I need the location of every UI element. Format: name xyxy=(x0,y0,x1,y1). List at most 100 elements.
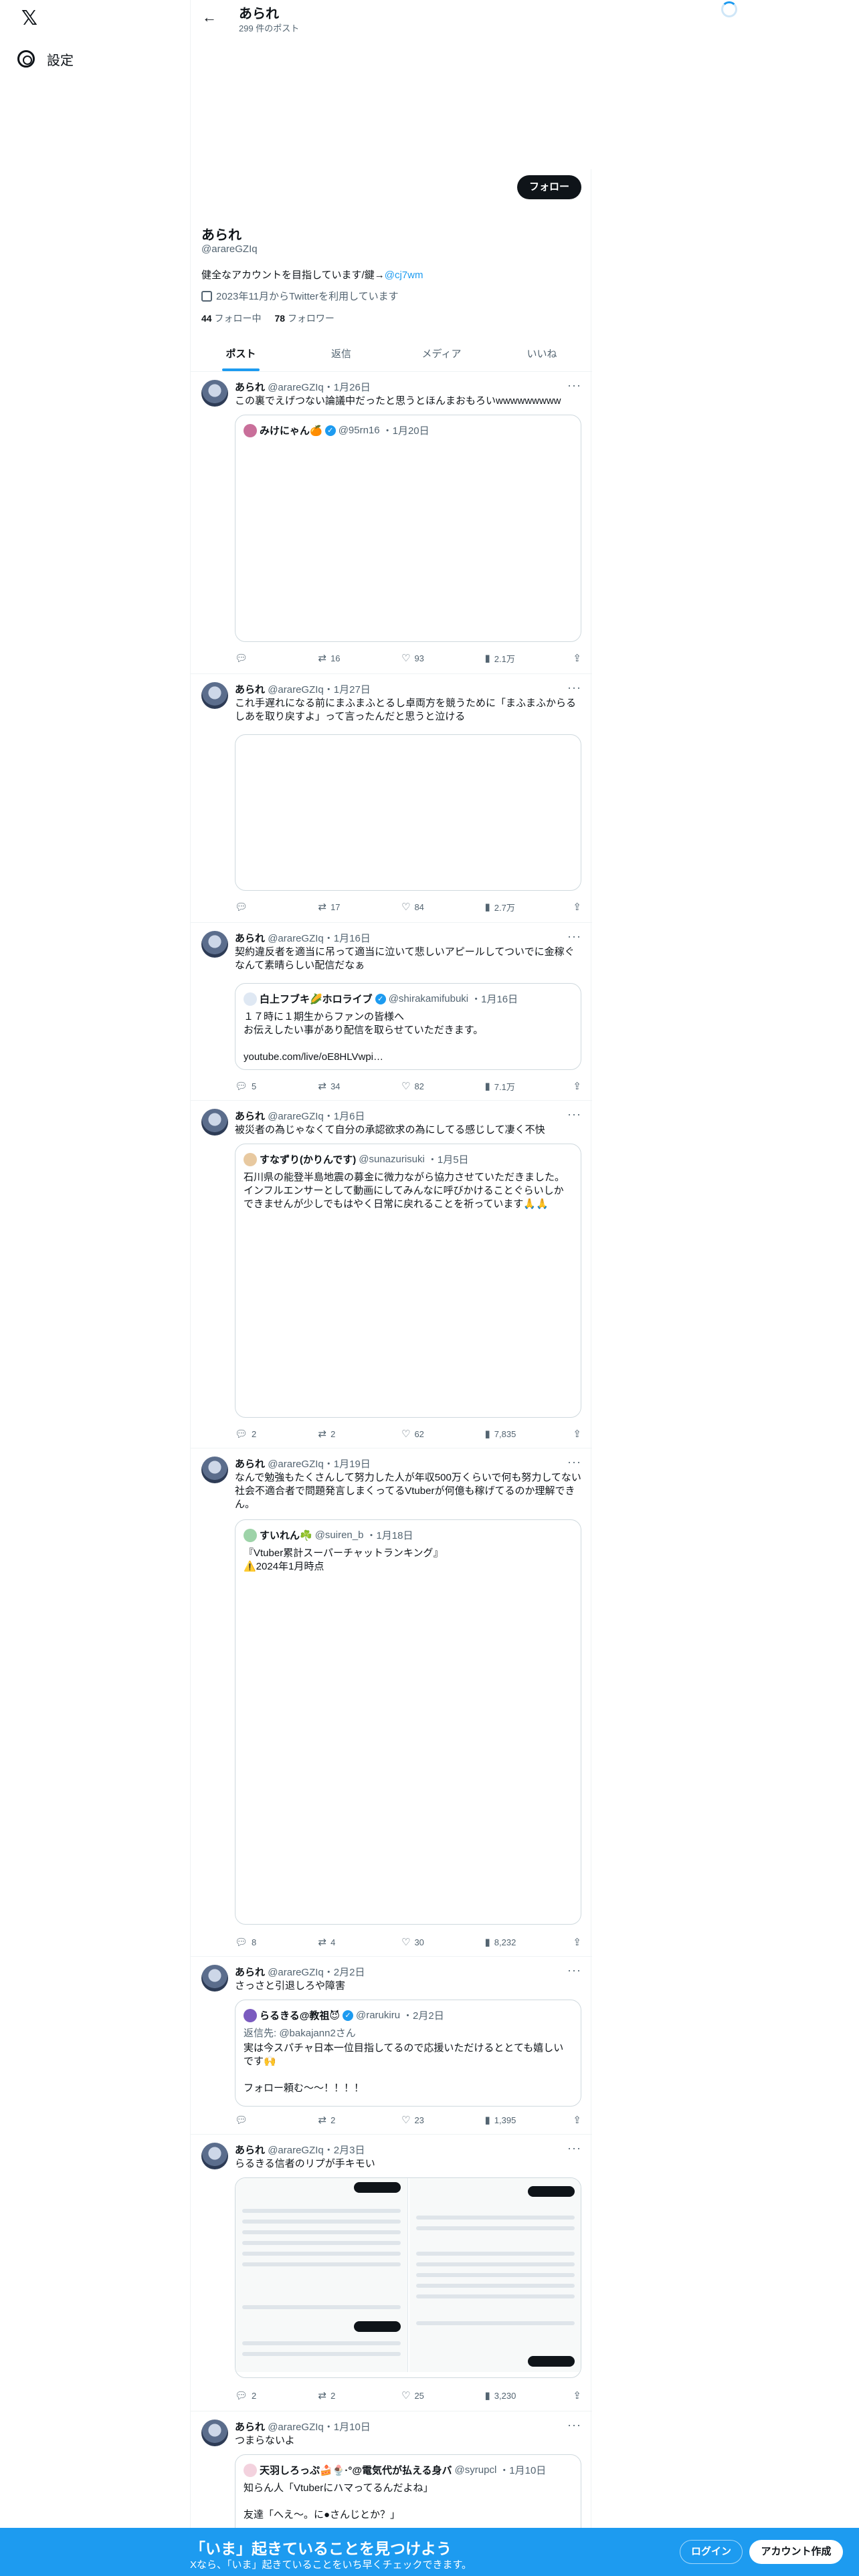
tweet-author-name[interactable]: あられ xyxy=(235,933,265,944)
like-button[interactable]: ♡ 25 xyxy=(401,2389,442,2402)
tweet-date[interactable]: ・2月2日 xyxy=(324,1967,365,1978)
share-button[interactable]: ⇪ xyxy=(568,651,581,665)
retweet-button[interactable]: ⇄ 2 xyxy=(318,1427,359,1440)
reply-button[interactable]: 💬︎ xyxy=(235,2113,275,2127)
create-account-button[interactable]: アカウント作成 xyxy=(749,2540,843,2564)
avatar[interactable] xyxy=(201,2143,228,2169)
tweet-image[interactable] xyxy=(235,2178,408,2372)
tweet[interactable]: あられ @arareGZIq・1月6日 ··· 被災者の為じゃなくて自分の承認欲… xyxy=(191,1101,592,1448)
tweet-date[interactable]: ・1月26日 xyxy=(324,382,371,393)
more-options-icon[interactable]: ··· xyxy=(567,1107,581,1121)
tweet-author-name[interactable]: あられ xyxy=(235,2145,265,2156)
tweet[interactable]: あられ @arareGZIq・2月2日 ··· さっさと引退しろや障害 らるきる… xyxy=(191,1957,592,2135)
like-button[interactable]: ♡ 23 xyxy=(401,2113,442,2127)
quote-tweet[interactable]: すなずり(かりんです) @sunazurisuki ・1月5日 石川県の能登半島地… xyxy=(235,1144,581,1418)
retweet-button[interactable]: ⇄ 34 xyxy=(318,1079,359,1093)
like-button[interactable]: ♡ 62 xyxy=(401,1427,442,1440)
tweet[interactable]: あられ @arareGZIq・1月27日 ··· これ手遅れになる前にまふまふと… xyxy=(191,674,592,923)
tab-posts[interactable]: ポスト xyxy=(191,336,291,371)
tab-replies[interactable]: 返信 xyxy=(291,336,391,371)
more-options-icon[interactable]: ··· xyxy=(567,1963,581,1977)
retweet-button[interactable]: ⇄ 4 xyxy=(318,1935,359,1949)
avatar[interactable] xyxy=(201,380,228,407)
views-button[interactable]: ▮ 2.1万 xyxy=(485,651,525,665)
views-button[interactable]: ▮ 8,232 xyxy=(485,1935,525,1949)
retweet-button[interactable]: ⇄ 16 xyxy=(318,651,359,665)
tweet-date[interactable]: ・2月3日 xyxy=(324,2145,365,2156)
tweet-author-name[interactable]: あられ xyxy=(235,1459,265,1470)
more-options-icon[interactable]: ··· xyxy=(567,681,581,695)
avatar[interactable] xyxy=(201,2420,228,2446)
avatar[interactable] xyxy=(201,1965,228,1992)
quote-tweet[interactable]: らるきる@教祖😈 ✓ @rarukiru ・2月2日 返信先: @bakajann… xyxy=(235,2000,581,2107)
share-button[interactable]: ⇪ xyxy=(568,1427,581,1440)
reply-button[interactable]: 💬︎ xyxy=(235,651,275,665)
more-options-icon[interactable]: ··· xyxy=(567,2418,581,2432)
tab-media[interactable]: メディア xyxy=(391,336,492,371)
followers-link[interactable]: 78 フォロワー xyxy=(274,312,334,325)
nav-settings[interactable]: 設定 xyxy=(17,47,74,71)
bio-link[interactable]: @cj7wm xyxy=(385,270,423,281)
tweet[interactable]: あられ @arareGZIq・2月3日 ··· らるきる信者のリプが手キモい 💬… xyxy=(191,2135,592,2411)
tweet-author-name[interactable]: あられ xyxy=(235,1967,265,1978)
tweet-image[interactable] xyxy=(409,2178,581,2372)
retweet-button[interactable]: ⇄ 2 xyxy=(318,2113,359,2127)
tweet[interactable]: あられ @arareGZIq・1月19日 ··· なんで勉強もたくさんして努力し… xyxy=(191,1448,592,1957)
tweet-author-name[interactable]: あられ xyxy=(235,382,265,393)
header-post-count: 299 件のポスト xyxy=(239,23,300,33)
share-button[interactable]: ⇪ xyxy=(568,900,581,914)
reply-button[interactable]: 💬︎ 5 xyxy=(235,1079,275,1093)
more-options-icon[interactable]: ··· xyxy=(567,1455,581,1469)
tweet-date[interactable]: ・1月27日 xyxy=(324,684,371,695)
views-button[interactable]: ▮ 7.1万 xyxy=(485,1079,525,1093)
more-options-icon[interactable]: ··· xyxy=(567,930,581,944)
views-button[interactable]: ▮ 2.7万 xyxy=(485,900,525,914)
views-button[interactable]: ▮ 1,395 xyxy=(485,2113,525,2127)
views-button[interactable]: ▮ 7,835 xyxy=(485,1427,525,1440)
share-button[interactable]: ⇪ xyxy=(568,2389,581,2402)
tweet-date[interactable]: ・1月19日 xyxy=(324,1459,371,1470)
reply-button[interactable]: 💬︎ 8 xyxy=(235,1935,275,1949)
views-button[interactable]: ▮ 3,230 xyxy=(485,2389,525,2402)
tweet-date[interactable]: ・1月10日 xyxy=(324,2422,371,2433)
avatar[interactable] xyxy=(201,1457,228,1483)
avatar[interactable] xyxy=(201,1109,228,1136)
login-button[interactable]: ログイン xyxy=(680,2540,743,2564)
like-button[interactable]: ♡ 30 xyxy=(401,1935,442,1949)
quote-author-handle: @95rn16 xyxy=(338,425,380,436)
x-logo-icon[interactable]: 𝕏 xyxy=(17,7,41,31)
follow-button[interactable]: フォロー xyxy=(517,175,581,199)
quote-tweet[interactable]: すいれん☘️ @suiren_b ・1月18日 『Vtuber累計スーパーチャット… xyxy=(235,1519,581,1925)
avatar[interactable] xyxy=(201,931,228,958)
back-arrow-icon[interactable]: ← xyxy=(200,8,219,27)
reply-button[interactable]: 💬︎ xyxy=(235,900,275,914)
reply-button[interactable]: 💬︎ 2 xyxy=(235,1427,275,1440)
tweet-author-name[interactable]: あられ xyxy=(235,2422,265,2433)
reply-button[interactable]: 💬︎ 2 xyxy=(235,2389,275,2402)
like-button[interactable]: ♡ 93 xyxy=(401,651,442,665)
tweet-author-name[interactable]: あられ xyxy=(235,684,265,695)
embedded-media[interactable] xyxy=(235,734,581,891)
quote-reply-to: 返信先: @bakajann2さん xyxy=(244,2028,356,2039)
share-button[interactable]: ⇪ xyxy=(568,1079,581,1093)
retweet-button[interactable]: ⇄ 17 xyxy=(318,900,359,914)
more-options-icon[interactable]: ··· xyxy=(567,379,581,393)
like-button[interactable]: ♡ 84 xyxy=(401,900,442,914)
tweet[interactable]: あられ @arareGZIq・1月26日 ··· この裏でえげつない論議中だった… xyxy=(191,372,592,674)
retweet-button[interactable]: ⇄ 2 xyxy=(318,2389,359,2402)
avatar[interactable] xyxy=(201,682,228,709)
share-button[interactable]: ⇪ xyxy=(568,2113,581,2127)
following-link[interactable]: 44 フォロー中 xyxy=(201,312,261,325)
like-count: 25 xyxy=(414,2390,424,2401)
quote-tweet[interactable]: みけにゃん🍊 ✓ @95rn16 ・1月20日 xyxy=(235,415,581,642)
share-button[interactable]: ⇪ xyxy=(568,1935,581,1949)
like-button[interactable]: ♡ 82 xyxy=(401,1079,442,1093)
quote-tweet[interactable]: 白上フブキ🌽ホロライブ ✓ @shirakamifubuki ・1月16日 １７時… xyxy=(235,983,581,1070)
tweet-media-images[interactable] xyxy=(235,2177,581,2378)
tweet-date[interactable]: ・1月6日 xyxy=(324,1111,365,1122)
tweet-author-name[interactable]: あられ xyxy=(235,1111,265,1122)
tweet[interactable]: あられ @arareGZIq・1月16日 ··· 契約違反者を適当に吊って適当に… xyxy=(191,923,592,1101)
tweet-date[interactable]: ・1月16日 xyxy=(324,933,371,944)
tab-likes[interactable]: いいね xyxy=(492,336,592,371)
more-options-icon[interactable]: ··· xyxy=(567,2141,581,2155)
